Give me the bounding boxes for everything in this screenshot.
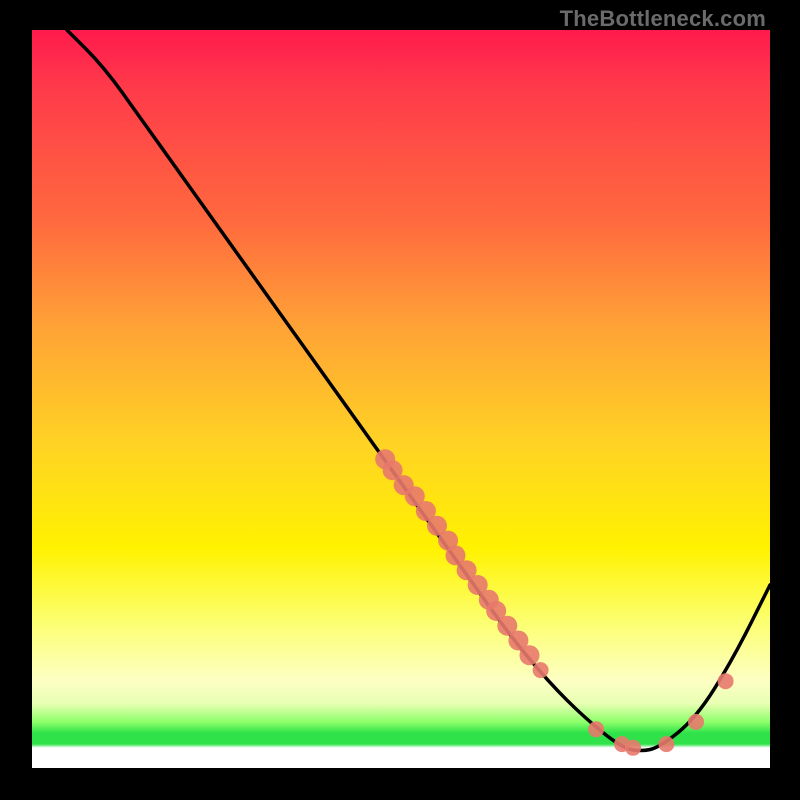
gradient-plot-area <box>30 30 770 770</box>
watermark-text: TheBottleneck.com <box>560 6 766 32</box>
